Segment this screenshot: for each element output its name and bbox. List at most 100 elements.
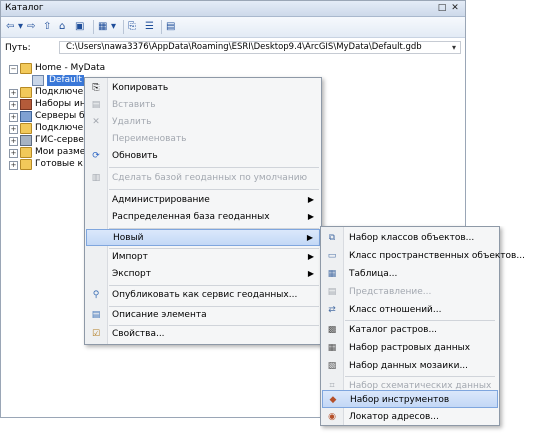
toolbox-icon: ◆	[329, 395, 337, 405]
feature-class-icon: ▭	[327, 251, 337, 261]
options-icon[interactable]: ☰	[145, 20, 154, 34]
view-options-icon[interactable]: ▦	[98, 20, 107, 34]
menu-item-copy[interactable]: ⎘ Копировать	[86, 80, 320, 97]
home-folder-icon[interactable]: ⌂	[59, 20, 65, 34]
path-field[interactable]: C:\Users\nawa3376\AppData\Roaming\ESRI\D…	[59, 41, 461, 54]
submenu-item-toolbox[interactable]: ◆ Набор инструментов	[322, 390, 498, 408]
menu-item-label: Каталог растров...	[349, 325, 438, 335]
menu-item-label: Набор классов объектов...	[349, 233, 475, 243]
relationship-class-icon: ⇄	[328, 305, 336, 315]
menu-item-label: Описание элемента	[112, 310, 207, 320]
menu-item-label: Импорт	[112, 252, 148, 262]
expand-icon[interactable]: +	[9, 101, 18, 110]
toolbar-separator	[123, 20, 124, 34]
expand-icon[interactable]: +	[9, 113, 18, 122]
menu-item-label: Класс пространственных объектов...	[349, 251, 525, 261]
menu-item-administration[interactable]: Администрирование ▶	[86, 192, 320, 209]
table-icon: ▦	[327, 269, 337, 279]
details-icon[interactable]: ▤	[166, 20, 175, 34]
menu-item-label: Класс отношений...	[349, 305, 442, 315]
expand-icon[interactable]: +	[9, 149, 18, 158]
up-folder-icon[interactable]: ⇧	[43, 20, 51, 34]
path-value: C:\Users\nawa3376\AppData\Roaming\ESRI\D…	[66, 42, 422, 52]
menu-item-import[interactable]: Импорт ▶	[86, 249, 320, 266]
tree-item-label: Default	[47, 75, 84, 86]
menu-item-label: Локатор адресов...	[349, 412, 439, 422]
submenu-arrow-icon: ▶	[307, 212, 314, 221]
window-titlebar[interactable]: Каталог □ ✕	[1, 1, 465, 17]
menu-item-distributed-gdb[interactable]: Распределенная база геоданных ▶	[86, 209, 320, 226]
back-icon[interactable]: ⇦	[6, 20, 14, 34]
menu-separator	[109, 167, 319, 168]
toolbar-separator	[161, 20, 162, 34]
tree-item-label: Home - MyData	[35, 63, 106, 73]
menu-item-export[interactable]: Экспорт ▶	[86, 266, 320, 283]
menu-item-delete[interactable]: ✕ Удалить	[86, 114, 320, 131]
tree-item-label: Мои разме	[35, 147, 86, 157]
geodatabase-icon	[32, 75, 44, 86]
submenu-item-feature-dataset[interactable]: ⧉ Набор классов объектов...	[322, 229, 498, 247]
menu-item-make-default-gdb[interactable]: ▥ Сделать базой геоданных по умолчанию	[86, 170, 320, 187]
delete-icon: ✕	[92, 117, 100, 127]
menu-item-new[interactable]: Новый ▶	[86, 229, 320, 246]
menu-item-label: Экспорт	[112, 269, 152, 279]
toolbox-icon	[20, 99, 32, 110]
submenu-item-relationship-class[interactable]: ⇄ Класс отношений...	[322, 301, 498, 319]
paste-icon: ▤	[91, 100, 101, 110]
screenshot-stage: Каталог □ ✕ ⇦ ▾ ⇨ ⇧ ⌂ ▣ ▦ ▾ ⎘ ☰ ▤ Путь: …	[0, 0, 533, 444]
tree-item-label: ГИС-серве	[35, 135, 84, 145]
publish-icon: ⚲	[92, 290, 100, 300]
menu-item-label: Набор растровых данных	[349, 343, 471, 353]
menu-item-label: Копировать	[112, 83, 169, 93]
submenu-item-table[interactable]: ▦ Таблица...	[322, 265, 498, 283]
submenu-item-view[interactable]: ▤ Представление...	[322, 283, 498, 301]
menu-item-rename[interactable]: Переименовать	[86, 131, 320, 148]
expand-icon[interactable]: +	[9, 89, 18, 98]
menu-item-publish-geodata-service[interactable]: ⚲ Опубликовать как сервис геоданных...	[86, 287, 320, 304]
database-server-icon	[20, 111, 32, 122]
chevron-down-icon[interactable]: ▾	[452, 42, 456, 53]
back-dropdown-icon[interactable]: ▾	[18, 20, 23, 34]
toolbar-separator	[93, 20, 94, 34]
expand-icon[interactable]: +	[9, 137, 18, 146]
menu-item-item-description[interactable]: ▤ Описание элемента	[86, 307, 320, 324]
menu-item-label: Таблица...	[349, 269, 398, 279]
submenu-arrow-icon: ▶	[307, 269, 314, 278]
folder-icon	[20, 63, 32, 74]
folder-icon	[20, 159, 32, 170]
expand-icon[interactable]: +	[9, 161, 18, 170]
menu-item-label: Удалить	[112, 117, 152, 127]
menu-item-properties[interactable]: ☑ Свойства...	[86, 326, 320, 343]
tree-item-label: Серверы б	[35, 111, 85, 121]
float-window-icon[interactable]: □	[437, 3, 447, 13]
address-locator-icon: ◉	[328, 412, 336, 422]
submenu-item-feature-class[interactable]: ▭ Класс пространственных объектов...	[322, 247, 525, 265]
collapse-icon[interactable]: −	[9, 65, 18, 74]
feature-dataset-icon: ⧉	[328, 233, 336, 243]
folder-icon	[20, 123, 32, 134]
submenu-item-address-locator[interactable]: ◉ Локатор адресов...	[322, 408, 498, 426]
menu-separator	[109, 189, 319, 190]
menu-item-label: Сделать базой геоданных по умолчанию	[112, 173, 308, 183]
tree-item-label: Подключе	[35, 123, 84, 133]
menu-item-paste[interactable]: ▤ Вставить	[86, 97, 320, 114]
context-menu: ⎘ Копировать ▤ Вставить ✕ Удалить Переим…	[84, 77, 322, 345]
view-dropdown-icon[interactable]: ▾	[111, 20, 116, 34]
expand-icon[interactable]: +	[9, 125, 18, 134]
folder-icon	[20, 147, 32, 158]
forward-icon[interactable]: ⇨	[27, 20, 35, 34]
close-window-icon[interactable]: ✕	[450, 3, 460, 13]
submenu-item-raster-catalog[interactable]: ▩ Каталог растров...	[322, 321, 498, 339]
submenu-item-mosaic-dataset[interactable]: ▧ Набор данных мозаики...	[322, 357, 498, 375]
menu-item-refresh[interactable]: ⟳ Обновить	[86, 148, 320, 165]
toggle-tree-icon[interactable]: ⎘	[128, 20, 136, 34]
torn-edge-right	[466, 0, 533, 226]
connect-folder-icon[interactable]: ▣	[75, 20, 84, 34]
menu-item-label: Набор данных мозаики...	[349, 361, 469, 371]
raster-dataset-icon: ▦	[327, 343, 337, 353]
tree-item-label: Подключе	[35, 87, 84, 97]
menu-item-label: Новый	[113, 233, 144, 243]
submenu-arrow-icon: ▶	[307, 195, 314, 204]
mosaic-dataset-icon: ▧	[327, 361, 337, 371]
submenu-item-raster-dataset[interactable]: ▦ Набор растровых данных	[322, 339, 498, 357]
